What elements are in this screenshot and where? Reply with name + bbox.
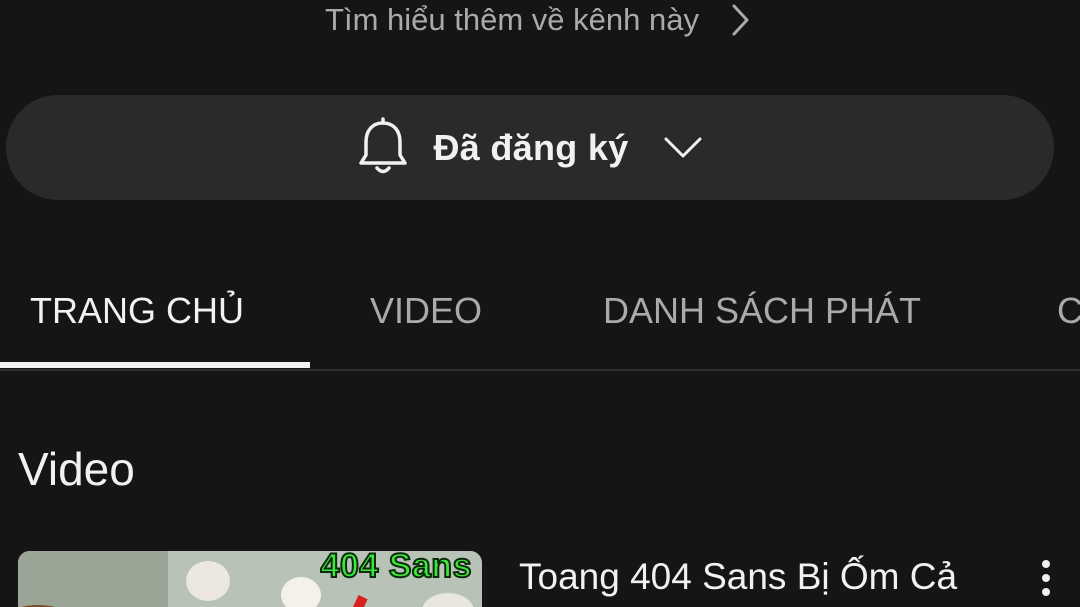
section-title: Video xyxy=(18,443,135,495)
tab-videos-label: VIDEO xyxy=(370,290,483,331)
video-title[interactable]: Toang 404 Sans Bị Ốm Cả xyxy=(519,556,957,598)
tab-next[interactable]: C xyxy=(1057,255,1080,367)
thumbnail-text: 404 Sans xyxy=(320,551,473,586)
chevron-down-icon xyxy=(663,133,703,163)
tab-next-label: C xyxy=(1057,290,1080,331)
channel-page: Tìm hiểu thêm về kênh này Đã đăng ký TRA… xyxy=(0,0,1080,607)
subscribed-button[interactable]: Đã đăng ký xyxy=(6,95,1054,200)
active-tab-indicator xyxy=(0,362,310,368)
tab-playlists[interactable]: DANH SÁCH PHÁT xyxy=(603,255,921,367)
tab-home-label: TRANG CHỦ xyxy=(30,290,244,331)
tab-videos[interactable]: VIDEO xyxy=(370,255,482,367)
tab-home[interactable]: TRANG CHỦ xyxy=(30,255,244,367)
learn-more-link[interactable]: Tìm hiểu thêm về kênh này xyxy=(0,0,1080,40)
more-vert-icon[interactable] xyxy=(1030,556,1062,600)
chevron-right-icon xyxy=(725,2,755,38)
learn-more-label: Tìm hiểu thêm về kênh này xyxy=(325,2,699,37)
tab-playlists-label: DANH SÁCH PHÁT xyxy=(603,290,922,331)
channel-tabs: TRANG CHỦ VIDEO DANH SÁCH PHÁT C xyxy=(0,255,1080,371)
bell-icon xyxy=(357,116,409,179)
video-thumbnail[interactable]: 404 Sans xyxy=(18,551,482,607)
subscribed-label: Đã đăng ký xyxy=(433,126,629,168)
